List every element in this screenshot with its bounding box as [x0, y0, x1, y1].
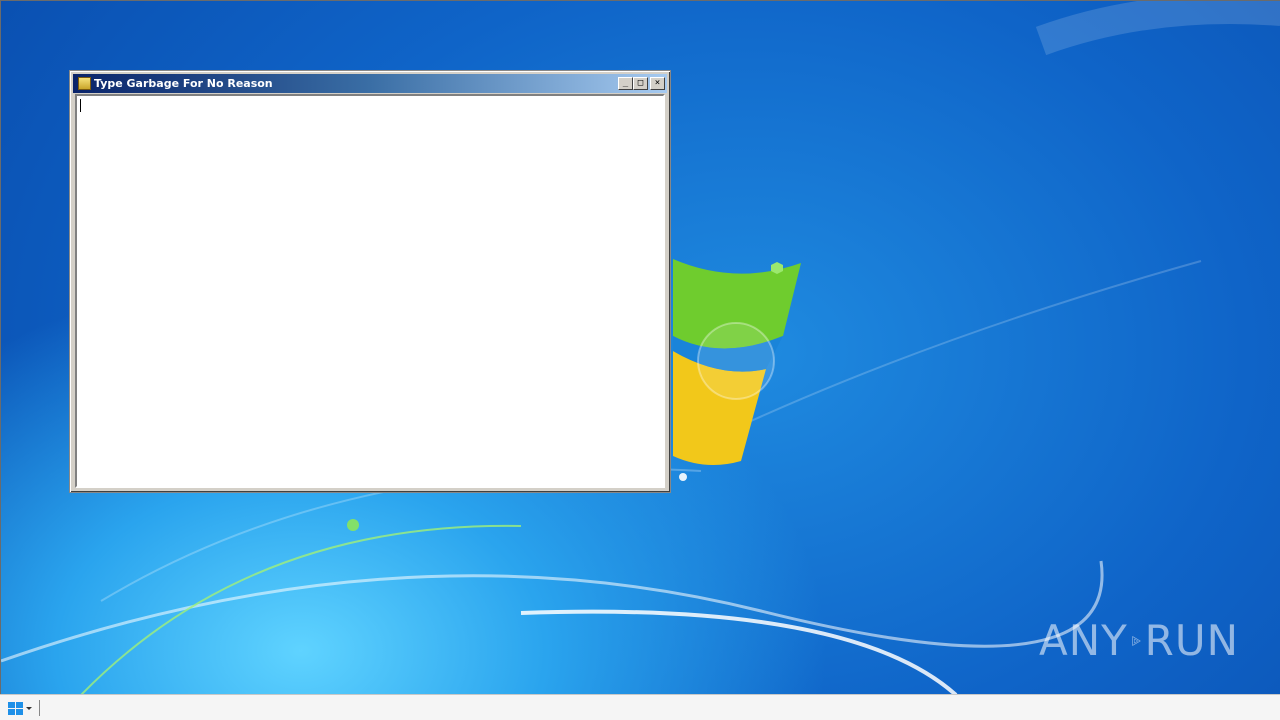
close-button[interactable]: × — [650, 77, 665, 90]
desktop[interactable]: ANY RUN Type Garbage For No Reason _ □ × — [0, 0, 1280, 694]
text-input-area[interactable] — [75, 94, 665, 488]
windows-logo-icon — [8, 702, 32, 715]
text-caret — [80, 99, 81, 112]
logo-left-text: ANY — [1039, 616, 1128, 665]
taskbar — [0, 694, 1280, 720]
anyrun-logo: ANY RUN — [1039, 609, 1239, 673]
window-title: Type Garbage For No Reason — [94, 77, 273, 90]
minimize-button[interactable]: _ — [618, 77, 633, 90]
app-window[interactable]: Type Garbage For No Reason _ □ × — [69, 70, 671, 493]
start-button[interactable] — [6, 700, 34, 716]
logo-right-text: RUN — [1144, 616, 1239, 665]
title-bar[interactable]: Type Garbage For No Reason _ □ × — [73, 74, 667, 93]
play-logo-icon — [1132, 635, 1141, 647]
maximize-button[interactable]: □ — [633, 77, 648, 90]
taskbar-separator — [39, 700, 40, 716]
app-icon — [78, 77, 91, 90]
